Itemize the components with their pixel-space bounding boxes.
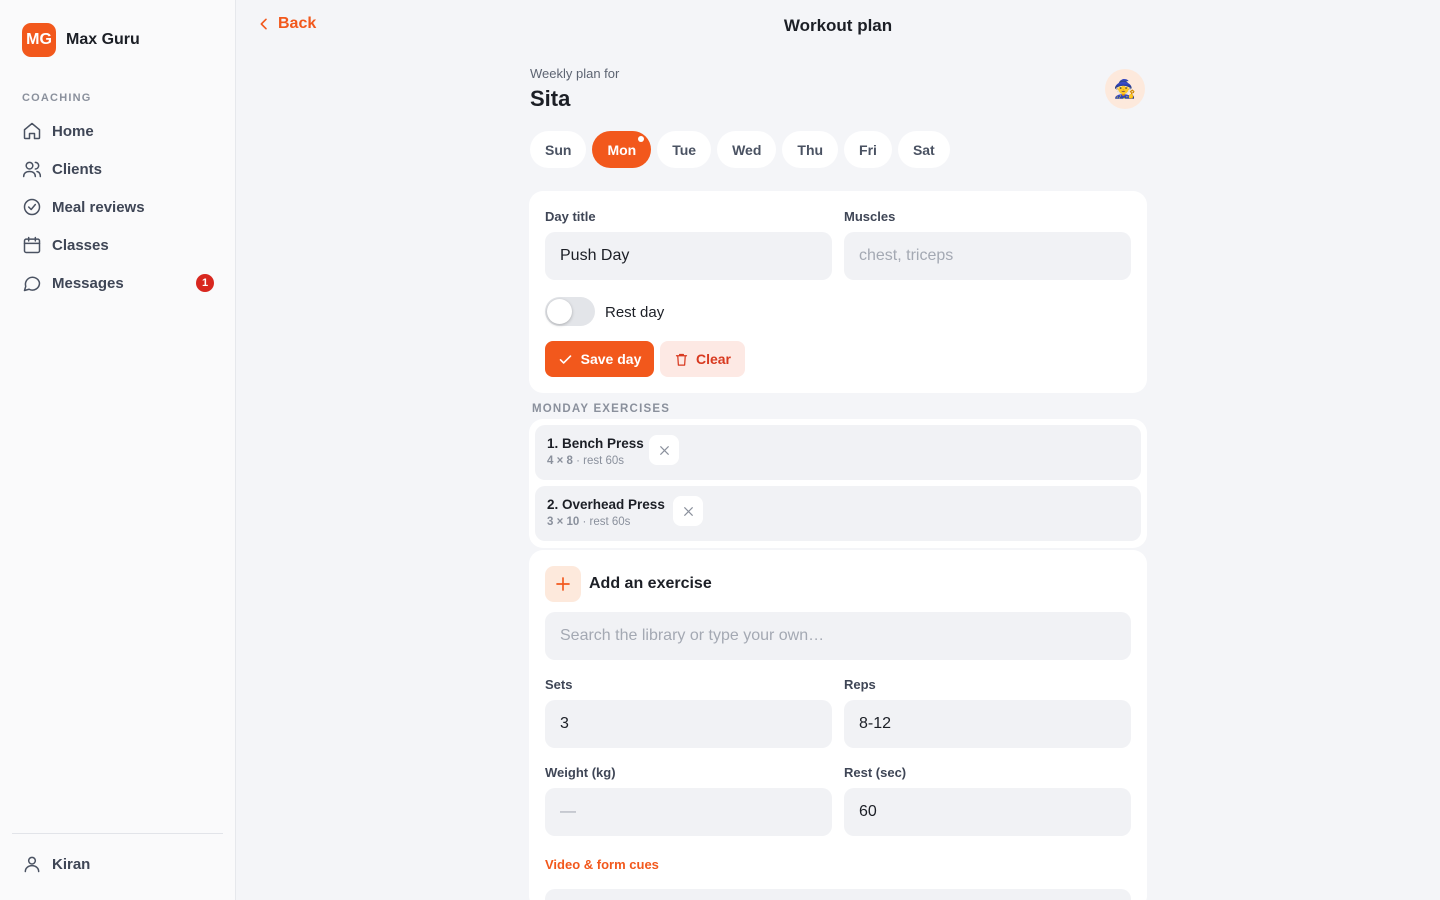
exercise-rest: · rest 60s bbox=[579, 516, 631, 528]
trash-icon bbox=[675, 353, 688, 366]
day-tabs: Sun Mon Tue Wed Thu Fri Sat bbox=[530, 131, 956, 168]
day-title-label: Day title bbox=[545, 209, 596, 224]
exercise-name: 1. Bench Press bbox=[547, 436, 644, 451]
sidebar-nav: Home Clients Meal reviews Classes Messag… bbox=[12, 112, 224, 302]
sidebar-item-classes[interactable]: Classes bbox=[12, 226, 224, 264]
plus-icon bbox=[556, 577, 570, 591]
calendar-icon bbox=[23, 236, 41, 254]
close-icon bbox=[659, 445, 669, 455]
sets-input[interactable]: 3 bbox=[545, 700, 832, 748]
clear-button[interactable]: Clear bbox=[660, 341, 745, 377]
reps-label: Reps bbox=[844, 677, 876, 692]
sidebar-item-label: Messages bbox=[52, 274, 124, 292]
add-exercise-title: Add an exercise bbox=[589, 575, 712, 592]
check-circle-icon bbox=[23, 198, 41, 216]
sets-label: Sets bbox=[545, 677, 573, 692]
nav-section-title: COACHING bbox=[22, 92, 92, 104]
avatar[interactable]: 🧙 bbox=[1105, 69, 1145, 109]
list-item[interactable]: 2. Overhead Press 3 × 10 · rest 60s bbox=[535, 486, 1141, 541]
brand[interactable]: MG Max Guru bbox=[22, 23, 140, 57]
muscles-input[interactable]: chest, triceps bbox=[844, 232, 1131, 280]
rest-day-toggle[interactable] bbox=[545, 297, 595, 326]
rest-input[interactable]: 60 bbox=[844, 788, 1131, 836]
day-settings-card: Day title Push Day Muscles chest, tricep… bbox=[529, 191, 1147, 393]
tab-sat[interactable]: Sat bbox=[897, 131, 950, 168]
sidebar: MG Max Guru COACHING Home Clients Meal r… bbox=[0, 0, 236, 900]
tab-wed[interactable]: Wed bbox=[717, 131, 777, 168]
remove-exercise-button[interactable] bbox=[673, 496, 703, 526]
home-icon bbox=[23, 122, 41, 140]
tab-mon[interactable]: Mon bbox=[592, 131, 652, 168]
muscles-label: Muscles bbox=[844, 209, 896, 224]
remove-exercise-button[interactable] bbox=[649, 435, 679, 465]
client-name: Sita bbox=[530, 86, 571, 111]
exercise-name: 2. Overhead Press bbox=[547, 497, 665, 512]
add-exercise-card: Add an exercise Search the library or ty… bbox=[529, 550, 1147, 900]
exercise-meta: 4 × 8 · rest 60s bbox=[547, 455, 624, 467]
tab-tue[interactable]: Tue bbox=[657, 131, 712, 168]
unread-badge: 1 bbox=[196, 274, 214, 292]
brand-logo: MG bbox=[22, 23, 56, 57]
sidebar-item-label: Clients bbox=[52, 160, 103, 178]
sidebar-item-clients[interactable]: Clients bbox=[12, 150, 224, 188]
sidebar-item-label: Classes bbox=[52, 236, 109, 254]
user-menu[interactable]: Kiran bbox=[22, 854, 90, 874]
sidebar-item-messages[interactable]: Messages 1 bbox=[12, 264, 224, 302]
user-icon bbox=[24, 856, 40, 873]
weight-input[interactable]: — bbox=[545, 788, 832, 836]
page-title: Workout plan bbox=[783, 16, 893, 35]
exercise-scheme: 4 × 8 bbox=[547, 455, 573, 467]
users-icon bbox=[22, 161, 42, 178]
save-day-label: Save day bbox=[580, 351, 642, 367]
tab-thu[interactable]: Thu bbox=[782, 131, 839, 168]
exercise-list-card: 1. Bench Press 4 × 8 · rest 60s 2. Overh… bbox=[529, 419, 1147, 548]
user-name: Kiran bbox=[52, 855, 91, 873]
sidebar-item-label: Meal reviews bbox=[52, 198, 145, 216]
exercise-search-input[interactable]: Search the library or type your own… bbox=[545, 612, 1131, 660]
weight-label: Weight (kg) bbox=[545, 765, 616, 780]
sidebar-item-home[interactable]: Home bbox=[12, 112, 224, 150]
exercise-scheme: 3 × 10 bbox=[547, 516, 580, 528]
close-icon bbox=[683, 506, 693, 516]
reps-input[interactable]: 8-12 bbox=[844, 700, 1131, 748]
video-url-input[interactable] bbox=[545, 889, 1131, 900]
tab-fri[interactable]: Fri bbox=[844, 131, 892, 168]
day-title-input[interactable]: Push Day bbox=[545, 232, 832, 280]
exercise-rest: · rest 60s bbox=[572, 455, 625, 467]
add-exercise-button[interactable] bbox=[545, 566, 581, 602]
check-icon bbox=[559, 354, 571, 364]
rest-day-label: Rest day bbox=[605, 304, 665, 321]
exercise-meta: 3 × 10 · rest 60s bbox=[547, 516, 630, 528]
exercises-section-title: MONDAY EXERCISES bbox=[532, 403, 671, 415]
brand-name: Max Guru bbox=[66, 31, 140, 48]
tab-label: Mon bbox=[607, 141, 637, 158]
tab-sun[interactable]: Sun bbox=[530, 131, 587, 168]
list-item[interactable]: 1. Bench Press 4 × 8 · rest 60s bbox=[535, 425, 1141, 480]
message-icon bbox=[23, 276, 41, 292]
sidebar-item-meal-reviews[interactable]: Meal reviews bbox=[12, 188, 224, 226]
sidebar-item-label: Home bbox=[52, 122, 94, 140]
sidebar-divider bbox=[12, 833, 223, 834]
toggle-knob bbox=[547, 299, 572, 324]
clear-label: Clear bbox=[695, 351, 732, 367]
plan-subtitle: Weekly plan for bbox=[530, 66, 620, 81]
has-plan-dot bbox=[638, 136, 645, 142]
rest-label: Rest (sec) bbox=[844, 765, 907, 780]
video-cues-label: Video & form cues bbox=[545, 857, 659, 872]
save-day-button[interactable]: Save day bbox=[545, 341, 654, 377]
